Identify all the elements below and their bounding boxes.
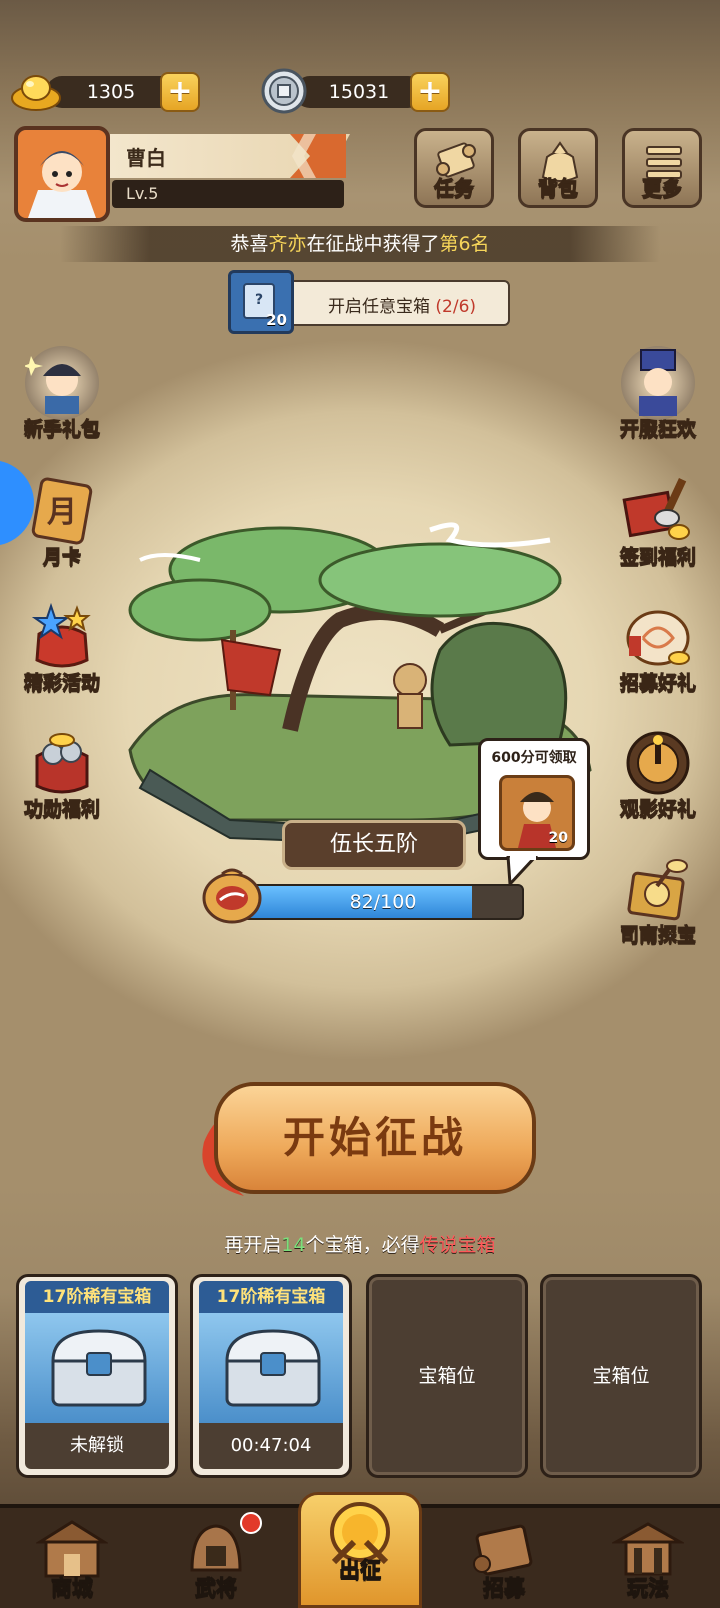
more-button[interactable]: 更多 <box>622 128 702 208</box>
player-name: 曹白 <box>126 146 166 170</box>
legendary-chest-hint: 再开启14个宝箱，必得传说宝箱 <box>0 1230 720 1257</box>
watch-video-icon <box>621 726 695 800</box>
announce-player: 齐亦 <box>268 233 307 255</box>
rank-pouch-icon <box>202 868 262 924</box>
reward-count: 20 <box>548 830 568 846</box>
start-battle-button[interactable]: 开始征战 <box>194 1082 536 1200</box>
chest-slot-3[interactable]: 宝箱位 <box>366 1274 528 1478</box>
newbie-pack-button[interactable]: 新手礼包 <box>14 346 110 441</box>
server-carnival-icon <box>621 346 695 420</box>
gold-currency: 1305 + <box>10 72 202 112</box>
merit-welfare-icon <box>25 726 99 800</box>
gold-ingot-icon <box>11 75 61 111</box>
chest-slot-title: 17阶稀有宝箱 <box>199 1281 343 1313</box>
empty-slot-label: 宝箱位 <box>592 1365 650 1387</box>
rank-reward-bubble[interactable]: 600分可领取 20 <box>478 738 590 860</box>
recruit-gift-button[interactable]: 招募好礼 <box>610 600 706 695</box>
start-battle-label: 开始征战 <box>282 1113 467 1162</box>
silver-chest-icon <box>51 1329 147 1407</box>
add-gold-button[interactable]: + <box>160 72 200 112</box>
nav-recruit[interactable]: 招募 <box>432 1510 576 1608</box>
announce-rank: 第6名 <box>439 233 490 255</box>
task-card-icon: ? 20 <box>228 270 294 334</box>
gold-amount: 1305 <box>46 76 176 108</box>
monthly-card-button[interactable]: 月 月卡 <box>14 474 110 569</box>
merit-welfare-button[interactable]: 功勋福利 <box>14 726 110 821</box>
top-vignette <box>0 0 720 260</box>
nav-battle[interactable]: 出征 <box>288 1492 432 1608</box>
nav-generals[interactable]: 武将 <box>144 1510 288 1608</box>
bag-button[interactable]: 背包 <box>518 128 598 208</box>
chest-slot-body <box>25 1313 169 1423</box>
task-button-label: 任务 <box>434 176 475 201</box>
more-button-label: 更多 <box>642 176 683 201</box>
add-silver-button[interactable]: + <box>410 72 450 112</box>
recruit-scroll-icon <box>473 1524 533 1576</box>
bag-button-label: 背包 <box>538 176 579 201</box>
chest-slot-title: 17阶稀有宝箱 <box>25 1281 169 1313</box>
nav-shop-label: 商城 <box>51 1576 94 1601</box>
nav-shop[interactable]: 商城 <box>0 1510 144 1608</box>
nav-generals-label: 武将 <box>195 1576 238 1601</box>
chest-slot-1[interactable]: 17阶稀有宝箱 未解锁 <box>16 1274 178 1478</box>
game-main-screen: 1305 + 15031 + 曹白 Lv.5 任务 背包 更多 恭喜齐亦在征战中… <box>0 0 720 1608</box>
events-icon <box>25 600 99 674</box>
nav-gameplay[interactable]: 玩法 <box>576 1510 720 1608</box>
hint-reward: 传说宝箱 <box>419 1234 496 1256</box>
player-level: Lv.5 <box>126 184 159 203</box>
nav-battle-label: 出征 <box>339 1558 382 1583</box>
chest-slot-status: 未解锁 <box>25 1423 169 1469</box>
reward-item[interactable]: 20 <box>499 775 575 851</box>
bubble-tail <box>506 856 539 886</box>
hint-middle: 个宝箱，必得 <box>305 1234 420 1256</box>
silver-coin-icon <box>261 68 307 114</box>
silver-currency: 15031 + <box>258 68 452 114</box>
silver-chest-icon <box>225 1329 321 1407</box>
rank-title: 伍长五阶 <box>282 820 466 870</box>
monthly-card-glyph: 月 <box>47 495 77 530</box>
monthly-card-icon: 月 <box>25 474 99 548</box>
hint-count: 14 <box>281 1234 306 1256</box>
server-carnival-button[interactable]: 开服狂欢 <box>610 346 706 441</box>
recruit-gift-icon <box>621 600 695 674</box>
empty-slot-label: 宝箱位 <box>418 1365 476 1387</box>
silver-amount: 15031 <box>294 76 424 108</box>
task-button[interactable]: 任务 <box>414 128 494 208</box>
generals-notification-dot <box>240 1512 262 1534</box>
nav-gameplay-label: 玩法 <box>627 1576 670 1601</box>
events-button[interactable]: 精彩活动 <box>14 600 110 695</box>
name-chevron-icon <box>290 134 346 178</box>
announce-prefix: 恭喜 <box>230 233 269 255</box>
watch-video-gift-button[interactable]: 观影好礼 <box>610 726 706 821</box>
newbie-pack-icon <box>23 346 99 420</box>
player-avatar[interactable] <box>14 126 110 222</box>
compass-treasure-button[interactable]: 司南探宝 <box>610 852 706 947</box>
announce-middle: 在征战中获得了 <box>306 233 440 255</box>
avatar-portrait-icon <box>18 130 106 218</box>
chest-slot-2[interactable]: 17阶稀有宝箱 00:47:04 <box>190 1274 352 1478</box>
task-description: 开启任意宝箱 <box>328 297 430 317</box>
chest-slot-timer: 00:47:04 <box>199 1423 343 1469</box>
chest-slot-4[interactable]: 宝箱位 <box>540 1274 702 1478</box>
rank-progress-bar: 82/100 <box>242 884 524 920</box>
nav-recruit-label: 招募 <box>483 1576 526 1601</box>
hint-prefix: 再开启 <box>224 1234 282 1256</box>
pavilion-icon <box>612 1522 684 1576</box>
compass-treasure-icon <box>621 852 695 926</box>
task-card-count: 20 <box>266 311 287 329</box>
chest-slot-body <box>199 1313 343 1423</box>
announcement-ticker: 恭喜齐亦在征战中获得了第6名 <box>60 226 660 262</box>
rank-progress-text: 82/100 <box>349 891 417 913</box>
checkin-welfare-button[interactable]: 签到福利 <box>610 474 706 569</box>
task-text: 开启任意宝箱 (2/6) <box>328 292 476 317</box>
checkin-welfare-icon <box>621 474 695 548</box>
shop-icon <box>36 1520 108 1578</box>
reward-requirement: 600分可领取 <box>491 750 577 766</box>
task-progress: (2/6) <box>435 297 477 317</box>
